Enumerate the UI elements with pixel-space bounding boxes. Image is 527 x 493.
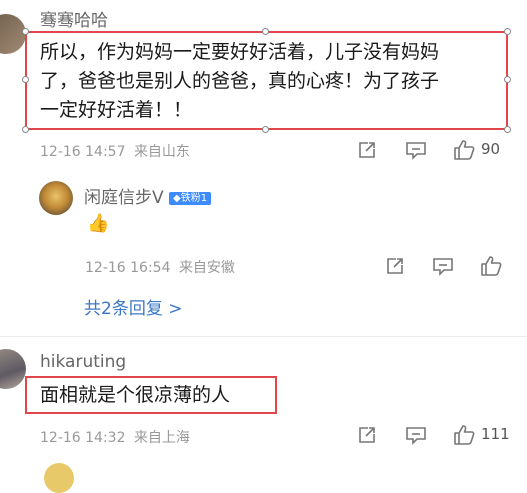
resize-handle[interactable]	[22, 126, 29, 133]
resize-handle[interactable]	[504, 126, 511, 133]
reply-meta: 12-16 16:54 来自安徽	[85, 257, 235, 277]
comment-username[interactable]: 骞骞哈哈	[40, 6, 108, 31]
share-icon[interactable]	[357, 140, 377, 160]
resize-handle[interactable]	[262, 28, 269, 35]
reply-username-text[interactable]: 闲庭信步V	[84, 188, 164, 208]
comment-location: 来自山东	[133, 144, 190, 160]
reply-location: 来自安徽	[178, 260, 235, 276]
comment-location: 来自上海	[133, 430, 190, 446]
comment-meta: 12-16 14:32 来自上海	[40, 427, 190, 447]
resize-handle[interactable]	[504, 28, 511, 35]
comment-icon[interactable]	[432, 256, 454, 276]
share-icon[interactable]	[385, 256, 405, 276]
share-icon[interactable]	[357, 425, 377, 445]
comment-text-line: 了，爸爸也是别人的爸爸，真的心疼！为了孩子	[40, 70, 440, 92]
reply-time: 12-16 16:54	[85, 260, 171, 276]
resize-handle[interactable]	[504, 76, 511, 83]
comment-icon[interactable]	[405, 140, 427, 160]
comment-meta: 12-16 14:57 来自山东	[40, 141, 190, 161]
avatar[interactable]	[39, 181, 73, 215]
avatar[interactable]	[0, 349, 26, 389]
like-icon[interactable]	[452, 423, 476, 447]
resize-handle[interactable]	[262, 126, 269, 133]
like-count: 111	[481, 425, 510, 443]
comment-time: 12-16 14:32	[40, 430, 126, 446]
like-count: 90	[481, 140, 501, 158]
fan-badge: ◆铁粉1	[169, 191, 212, 205]
comment-text: 面相就是个很凉薄的人	[40, 384, 231, 406]
comment-text: 所以，作为妈妈一定要好好活着，儿子没有妈妈 了，爸爸也是别人的爸爸，真的心疼！为…	[40, 38, 505, 125]
comment-username[interactable]: hikaruting	[40, 352, 126, 372]
divider	[0, 336, 527, 337]
comment-text-line: 一定好好活着！！	[40, 99, 193, 121]
comment-icon[interactable]	[405, 425, 427, 445]
comment-text-line: 所以，作为妈妈一定要好好活着，儿子没有妈妈	[40, 41, 440, 63]
avatar[interactable]	[44, 463, 74, 493]
reply-username: 闲庭信步V ◆铁粉1	[84, 183, 212, 208]
comment-time: 12-16 14:57	[40, 144, 126, 160]
thumbs-up-emoji: 👍	[87, 213, 110, 234]
resize-handle[interactable]	[22, 28, 29, 35]
resize-handle[interactable]	[22, 76, 29, 83]
view-replies-link[interactable]: 共2条回复 >	[84, 294, 182, 319]
like-icon[interactable]	[479, 254, 503, 278]
like-icon[interactable]	[452, 138, 476, 162]
